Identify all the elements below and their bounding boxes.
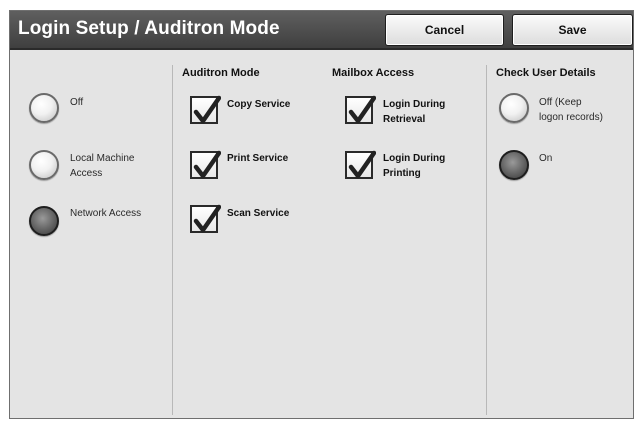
radio-label-on: On (539, 153, 553, 164)
checkbox-label-scan-service: Scan Service (227, 208, 290, 219)
radio-label-off: Off (70, 97, 84, 108)
radio-button-local-machine-access[interactable] (29, 150, 59, 180)
check-mark-icon (193, 150, 221, 179)
checkbox-label-print-service: Print Service (227, 153, 289, 164)
radio-button-off[interactable] (29, 93, 59, 123)
check-user-details-heading: Check User Details (496, 67, 596, 79)
check-mark-icon (193, 204, 221, 233)
checkbox-scan-service[interactable] (190, 204, 221, 233)
check-mark-icon (348, 95, 376, 124)
radio-button-network-access[interactable] (29, 206, 59, 236)
column-divider (486, 65, 487, 415)
check-mark-icon (348, 150, 376, 179)
column-divider (172, 65, 173, 415)
page-title: Login Setup / Auditron Mode (18, 18, 280, 39)
save-button[interactable]: Save (512, 14, 633, 46)
checkbox-label-login-during-retrieval: Login During Retrieval (383, 99, 446, 125)
checkbox-login-during-retrieval[interactable] (345, 95, 376, 124)
checkbox-label-copy-service: Copy Service (227, 99, 291, 110)
radio-label-local-machine-access: Local Machine Access (70, 153, 135, 179)
dialog-frame: Login Setup / Auditron Mode Cancel Save … (9, 10, 634, 419)
radio-label-off-keep-logon-records: Off (Keep logon records) (539, 97, 603, 123)
radio-label-network-access: Network Access (70, 208, 142, 219)
checkbox-label-login-during-printing: Login During Printing (383, 153, 446, 179)
checkbox-copy-service[interactable] (190, 95, 221, 124)
cancel-button[interactable]: Cancel (385, 14, 504, 46)
checkbox-login-during-printing[interactable] (345, 150, 376, 179)
radio-button-on[interactable] (499, 150, 529, 180)
radio-button-off-keep-logon-records[interactable] (499, 93, 529, 123)
auditron-mode-heading: Auditron Mode (182, 67, 260, 79)
check-mark-icon (193, 95, 221, 124)
checkbox-print-service[interactable] (190, 150, 221, 179)
title-bar: Login Setup / Auditron Mode Cancel Save (10, 11, 633, 50)
mailbox-access-heading: Mailbox Access (332, 67, 415, 79)
